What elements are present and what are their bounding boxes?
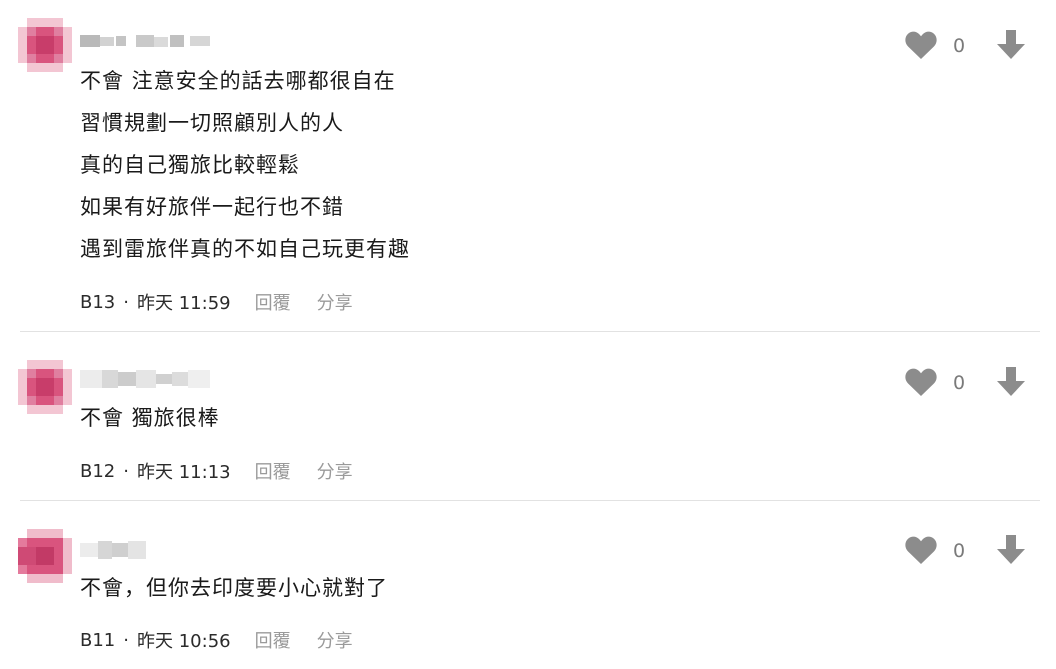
downvote-button[interactable]	[996, 535, 1026, 569]
comment-line: 如果有好旅伴一起行也不錯	[80, 195, 344, 219]
like-count: 0	[953, 371, 966, 394]
arrow-down-icon	[997, 30, 1025, 59]
reply-button[interactable]: 回覆	[255, 289, 291, 315]
comment-line: 習慣規劃一切照顧別人的人	[80, 111, 344, 135]
floor-label: B12	[80, 460, 116, 482]
like-button[interactable]: 0	[905, 31, 965, 60]
meta-separator: ·	[123, 460, 129, 482]
heart-icon	[905, 536, 937, 564]
heart-icon	[905, 368, 937, 396]
downvote-button[interactable]	[996, 367, 1026, 401]
comment-body: 不會，但你去印度要小心就對了	[80, 567, 388, 609]
comment-line: 遇到雷旅伴真的不如自己玩更有趣	[80, 237, 410, 261]
avatar[interactable]	[18, 529, 72, 583]
floor-label: B11	[80, 629, 116, 651]
meta-separator: ·	[123, 291, 129, 313]
like-count: 0	[953, 539, 966, 562]
username-blurred	[80, 539, 150, 559]
comment-meta: B12 · 昨天 11:13 回覆 分享	[80, 458, 353, 484]
timestamp: 昨天 11:13	[137, 462, 231, 483]
comment-line: 不會，但你去印度要小心就對了	[80, 576, 388, 600]
comment-thread: 不會 注意安全的話去哪都很自在 習慣規劃一切照顧別人的人 真的自己獨旅比較輕鬆 …	[0, 0, 1056, 669]
comment-meta: B13 · 昨天 11:59 回覆 分享	[80, 289, 353, 315]
comment-line: 真的自己獨旅比較輕鬆	[80, 153, 300, 177]
reply-button[interactable]: 回覆	[255, 458, 291, 484]
share-button[interactable]: 分享	[317, 289, 353, 315]
like-count: 0	[953, 34, 966, 57]
timestamp: 昨天 10:56	[137, 631, 231, 652]
downvote-button[interactable]	[996, 30, 1026, 64]
comment-b12: 不會 獨旅很棒 B12 · 昨天 11:13 回覆 分享 0	[0, 332, 1056, 501]
comment-line: 不會 注意安全的話去哪都很自在	[80, 69, 396, 93]
heart-icon	[905, 31, 937, 59]
comment-body: 不會 獨旅很棒	[80, 397, 220, 439]
floor-label: B13	[80, 291, 116, 313]
comment-line: 不會 獨旅很棒	[80, 406, 220, 430]
comment-meta: B11 · 昨天 10:56 回覆 分享	[80, 627, 353, 653]
avatar-icon	[18, 529, 72, 583]
share-button[interactable]: 分享	[317, 627, 353, 653]
comment-b13: 不會 注意安全的話去哪都很自在 習慣規劃一切照顧別人的人 真的自己獨旅比較輕鬆 …	[0, 0, 1056, 332]
share-button[interactable]: 分享	[317, 458, 353, 484]
avatar-icon	[18, 360, 72, 414]
avatar-icon	[18, 18, 72, 72]
arrow-down-icon	[997, 367, 1025, 396]
like-button[interactable]: 0	[905, 536, 965, 565]
username-blurred	[80, 33, 214, 49]
avatar[interactable]	[18, 360, 72, 414]
comment-b11: 不會，但你去印度要小心就對了 B11 · 昨天 10:56 回覆 分享 0	[0, 501, 1056, 669]
timestamp: 昨天 11:59	[137, 293, 231, 314]
avatar[interactable]	[18, 18, 72, 72]
username-blurred	[80, 368, 214, 388]
meta-separator: ·	[123, 629, 129, 651]
arrow-down-icon	[997, 535, 1025, 564]
reply-button[interactable]: 回覆	[255, 627, 291, 653]
like-button[interactable]: 0	[905, 368, 965, 397]
comment-body: 不會 注意安全的話去哪都很自在 習慣規劃一切照顧別人的人 真的自己獨旅比較輕鬆 …	[80, 60, 410, 270]
